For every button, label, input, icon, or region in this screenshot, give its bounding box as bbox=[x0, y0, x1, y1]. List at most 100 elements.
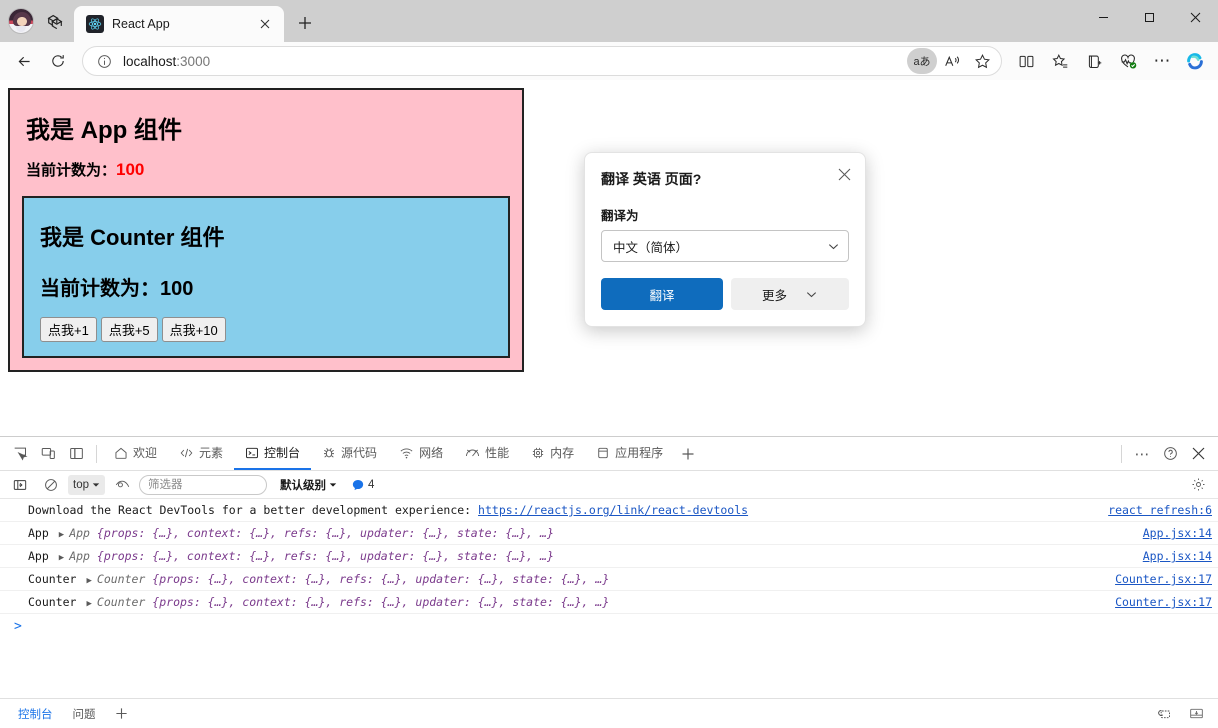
device-toolbar-icon[interactable] bbox=[34, 440, 62, 468]
read-aloud-icon[interactable] bbox=[937, 48, 967, 74]
tab-strip: React App bbox=[74, 0, 320, 42]
more-options-icon[interactable]: ⋯ bbox=[1128, 440, 1156, 468]
devtools-tab-memory[interactable]: 内存 bbox=[520, 437, 585, 470]
close-devtools-icon[interactable] bbox=[1184, 440, 1212, 468]
translate-icon[interactable]: aあ bbox=[907, 48, 937, 74]
translate-button[interactable]: 翻译 bbox=[601, 278, 723, 310]
devtools-tab-console[interactable]: 控制台 bbox=[234, 437, 311, 470]
increment-by-10-button[interactable]: 点我+10 bbox=[162, 317, 226, 342]
devtools-tab-sources[interactable]: 源代码 bbox=[311, 437, 388, 470]
console-settings-icon[interactable] bbox=[1184, 471, 1212, 499]
console-message-text: Download the React DevTools for a better… bbox=[28, 503, 1098, 517]
code-brackets-icon bbox=[179, 446, 194, 460]
profile-avatar[interactable] bbox=[8, 8, 34, 34]
title-bar: React App bbox=[0, 0, 1218, 42]
new-tab-button[interactable] bbox=[290, 8, 320, 38]
console-message-row[interactable]: Counter▶Counter {props: {…}, context: {…… bbox=[0, 568, 1218, 591]
minimize-button[interactable] bbox=[1080, 0, 1126, 34]
language-select[interactable]: 中文（简体） bbox=[601, 230, 849, 262]
more-options-label: 更多 bbox=[762, 285, 787, 304]
console-object-preview: {props: {…}, context: {…}, refs: {…}, up… bbox=[152, 595, 609, 609]
console-filter-input[interactable] bbox=[139, 475, 267, 495]
counter-buttons: 点我+1 点我+5 点我+10 bbox=[40, 317, 494, 342]
console-message-text: Counter▶Counter {props: {…}, context: {…… bbox=[28, 595, 1105, 609]
add-drawer-tab-button[interactable] bbox=[108, 700, 136, 728]
clear-console-icon[interactable] bbox=[37, 471, 65, 499]
console-source-link[interactable]: App.jsx:14 bbox=[1133, 549, 1212, 563]
app-component: 我是 App 组件 当前计数为：100 我是 Counter 组件 当前计数为：… bbox=[8, 88, 524, 372]
execution-context-selector[interactable]: top bbox=[68, 475, 105, 495]
counter-count-line: 当前计数为：100 bbox=[40, 272, 494, 301]
devtools-tab-network[interactable]: 网络 bbox=[388, 437, 454, 470]
console-sidebar-icon[interactable] bbox=[6, 471, 34, 499]
dock-side-icon[interactable] bbox=[62, 440, 90, 468]
log-level-selector[interactable]: 默认级别 bbox=[276, 475, 341, 495]
url-host: localhost bbox=[123, 54, 176, 69]
console-message-row[interactable]: App▶App {props: {…}, context: {…}, refs:… bbox=[0, 545, 1218, 568]
split-screen-icon[interactable] bbox=[1010, 45, 1042, 77]
console-object-name: App bbox=[69, 549, 90, 563]
dock-bottom-icon[interactable] bbox=[1182, 700, 1210, 728]
back-arrow-icon[interactable] bbox=[8, 45, 40, 77]
settings-more-icon[interactable]: ⋯ bbox=[1146, 45, 1178, 77]
live-expression-icon[interactable] bbox=[108, 471, 136, 499]
site-info-icon[interactable] bbox=[93, 50, 115, 72]
counter-heading: 我是 Counter 组件 bbox=[40, 220, 494, 252]
console-terminal-icon bbox=[245, 446, 259, 460]
browser-essentials-icon[interactable] bbox=[1112, 45, 1144, 77]
collections-icon[interactable] bbox=[1078, 45, 1110, 77]
tab-actions-icon[interactable] bbox=[40, 6, 70, 36]
console-object-preview: {props: {…}, context: {…}, refs: {…}, up… bbox=[97, 549, 554, 563]
favorites-icon[interactable] bbox=[1044, 45, 1076, 77]
devtools-tab-elements[interactable]: 元素 bbox=[168, 437, 234, 470]
counter-count-value: 100 bbox=[160, 278, 193, 300]
tab-close-icon[interactable] bbox=[254, 13, 276, 35]
console-source-link[interactable]: App.jsx:14 bbox=[1133, 526, 1212, 540]
expand-object-icon[interactable]: ▶ bbox=[59, 530, 64, 540]
increment-by-5-button[interactable]: 点我+5 bbox=[101, 317, 158, 342]
address-bar-url[interactable]: localhost:3000 bbox=[123, 54, 899, 69]
react-devtools-link[interactable]: https://reactjs.org/link/react-devtools bbox=[478, 503, 748, 517]
console-source-link[interactable]: Counter.jsx:17 bbox=[1105, 572, 1212, 586]
add-devtools-tab-button[interactable] bbox=[674, 440, 702, 468]
increment-by-1-button[interactable]: 点我+1 bbox=[40, 317, 97, 342]
counter-component: 我是 Counter 组件 当前计数为：100 点我+1 点我+5 点我+10 bbox=[22, 196, 510, 358]
devtools-tab-label: 内存 bbox=[550, 444, 574, 461]
copilot-icon[interactable] bbox=[1180, 46, 1210, 76]
inspect-element-icon[interactable] bbox=[6, 440, 34, 468]
close-icon[interactable] bbox=[831, 161, 857, 187]
console-source-link[interactable]: react refresh:6 bbox=[1098, 503, 1212, 517]
devtools-tab-bar: 欢迎 元素 控制台 源代码 bbox=[0, 437, 1218, 471]
expand-object-icon[interactable]: ▶ bbox=[59, 553, 64, 563]
refresh-arrow-icon[interactable] bbox=[42, 45, 74, 77]
chevron-down-icon bbox=[805, 288, 818, 301]
expand-object-icon[interactable]: ▶ bbox=[86, 599, 91, 609]
console-source-link[interactable]: Counter.jsx:17 bbox=[1105, 595, 1212, 609]
console-message-row[interactable]: Download the React DevTools for a better… bbox=[0, 499, 1218, 522]
translate-popup-title: 翻译 英语 页面? bbox=[601, 169, 825, 189]
sources-bug-icon bbox=[322, 446, 336, 460]
console-message-row[interactable]: Counter▶Counter {props: {…}, context: {…… bbox=[0, 591, 1218, 614]
console-message-row[interactable]: App▶App {props: {…}, context: {…}, refs:… bbox=[0, 522, 1218, 545]
restore-drawer-icon[interactable] bbox=[1150, 700, 1178, 728]
devtools-tab-application[interactable]: 应用程序 bbox=[585, 437, 674, 470]
drawer-tab-issues[interactable]: 问题 bbox=[65, 703, 104, 725]
console-prompt[interactable]: > bbox=[0, 614, 1218, 638]
expand-object-icon[interactable]: ▶ bbox=[86, 576, 91, 586]
devtools-tab-welcome[interactable]: 欢迎 bbox=[103, 437, 168, 470]
counter-count-label: 当前计数为： bbox=[40, 278, 160, 300]
help-icon[interactable] bbox=[1156, 440, 1184, 468]
browser-tab[interactable]: React App bbox=[74, 6, 284, 42]
maximize-button[interactable] bbox=[1126, 0, 1172, 34]
address-bar[interactable]: localhost:3000 aあ bbox=[82, 46, 1002, 76]
more-options-button[interactable]: 更多 bbox=[731, 278, 849, 310]
devtools-tab-label: 应用程序 bbox=[615, 444, 663, 461]
drawer-tab-console[interactable]: 控制台 bbox=[10, 703, 61, 725]
message-count-badge[interactable]: 4 bbox=[352, 479, 374, 491]
network-wifi-icon bbox=[399, 446, 414, 460]
favorite-star-icon[interactable] bbox=[967, 48, 997, 74]
devtools-tab-performance[interactable]: 性能 bbox=[454, 437, 520, 470]
console-log-tag: App bbox=[28, 526, 49, 540]
console-output[interactable]: Download the React DevTools for a better… bbox=[0, 499, 1218, 698]
close-window-button[interactable] bbox=[1172, 0, 1218, 34]
